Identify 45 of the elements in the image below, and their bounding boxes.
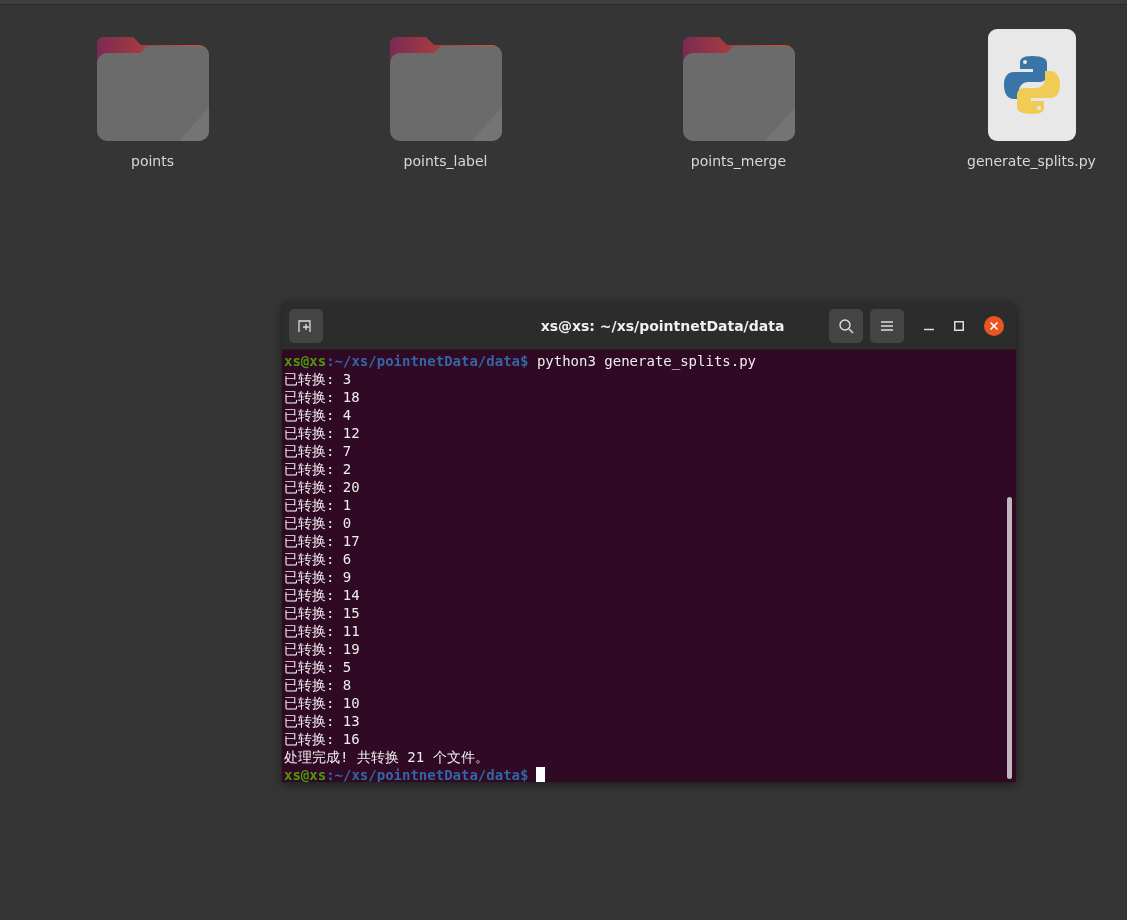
output-line: 已转换: 20	[284, 479, 360, 495]
close-button[interactable]	[984, 315, 1004, 336]
output-line: 已转换: 14	[284, 587, 360, 603]
file-name[interactable]: points_merge	[690, 153, 787, 169]
file-name[interactable]: generate_splits.py	[967, 153, 1096, 169]
folder-icon	[682, 37, 795, 141]
folder-icon	[96, 37, 209, 141]
search-icon[interactable]	[838, 317, 854, 334]
output-line: 已转换: 9	[284, 569, 352, 585]
output-line: 已转换: 12	[284, 425, 360, 441]
prompt-user: xs@xs	[284, 353, 327, 369]
output-line: 已转换: 16	[284, 731, 360, 747]
output-line: 已转换: 0	[284, 515, 352, 531]
output-line: 已转换: 11	[284, 623, 360, 639]
output-line: 已转换: 15	[284, 605, 360, 621]
new-tab-icon[interactable]	[298, 318, 314, 333]
window-title: xs@xs: ~/xs/pointnetData/data	[539, 317, 786, 334]
file-name[interactable]: points	[131, 153, 174, 169]
output-line: 已转换: 1	[284, 497, 352, 513]
prompt-user: xs@xs	[284, 767, 327, 782]
file-name[interactable]: points_label	[403, 153, 488, 169]
prompt-path: :~/xs/pointnetData/data$	[326, 353, 529, 369]
output-line: 已转换: 8	[284, 677, 352, 693]
scrollbar[interactable]	[1007, 497, 1012, 779]
output-line: 已转换: 3	[284, 371, 352, 387]
command-text: python3 generate_splits.py	[535, 353, 757, 369]
output-line: 已转换: 4	[284, 407, 352, 423]
output-line: 已转换: 17	[284, 533, 360, 549]
output-line: 已转换: 7	[284, 443, 352, 459]
output-line: 已转换: 19	[284, 641, 360, 657]
output-line: 已转换: 10	[284, 695, 360, 711]
output-line: 已转换: 13	[284, 713, 360, 729]
maximize-button[interactable]	[954, 320, 964, 331]
folder-icon	[389, 37, 502, 141]
output-line: 处理完成! 共转换 21 个文件。	[284, 749, 489, 765]
search-button[interactable]	[829, 308, 863, 343]
new-tab-button[interactable]	[289, 308, 323, 343]
menu-icon[interactable]	[880, 319, 894, 332]
menu-button[interactable]	[870, 308, 904, 343]
script-file-icon	[987, 29, 1076, 141]
prompt-path: :~/xs/pointnetData/data$	[326, 767, 529, 782]
output-line: 已转换: 2	[284, 461, 352, 477]
output-line: 已转换: 18	[284, 389, 360, 405]
output-line: 已转换: 5	[284, 659, 352, 675]
output-line: 已转换: 6	[284, 551, 352, 567]
